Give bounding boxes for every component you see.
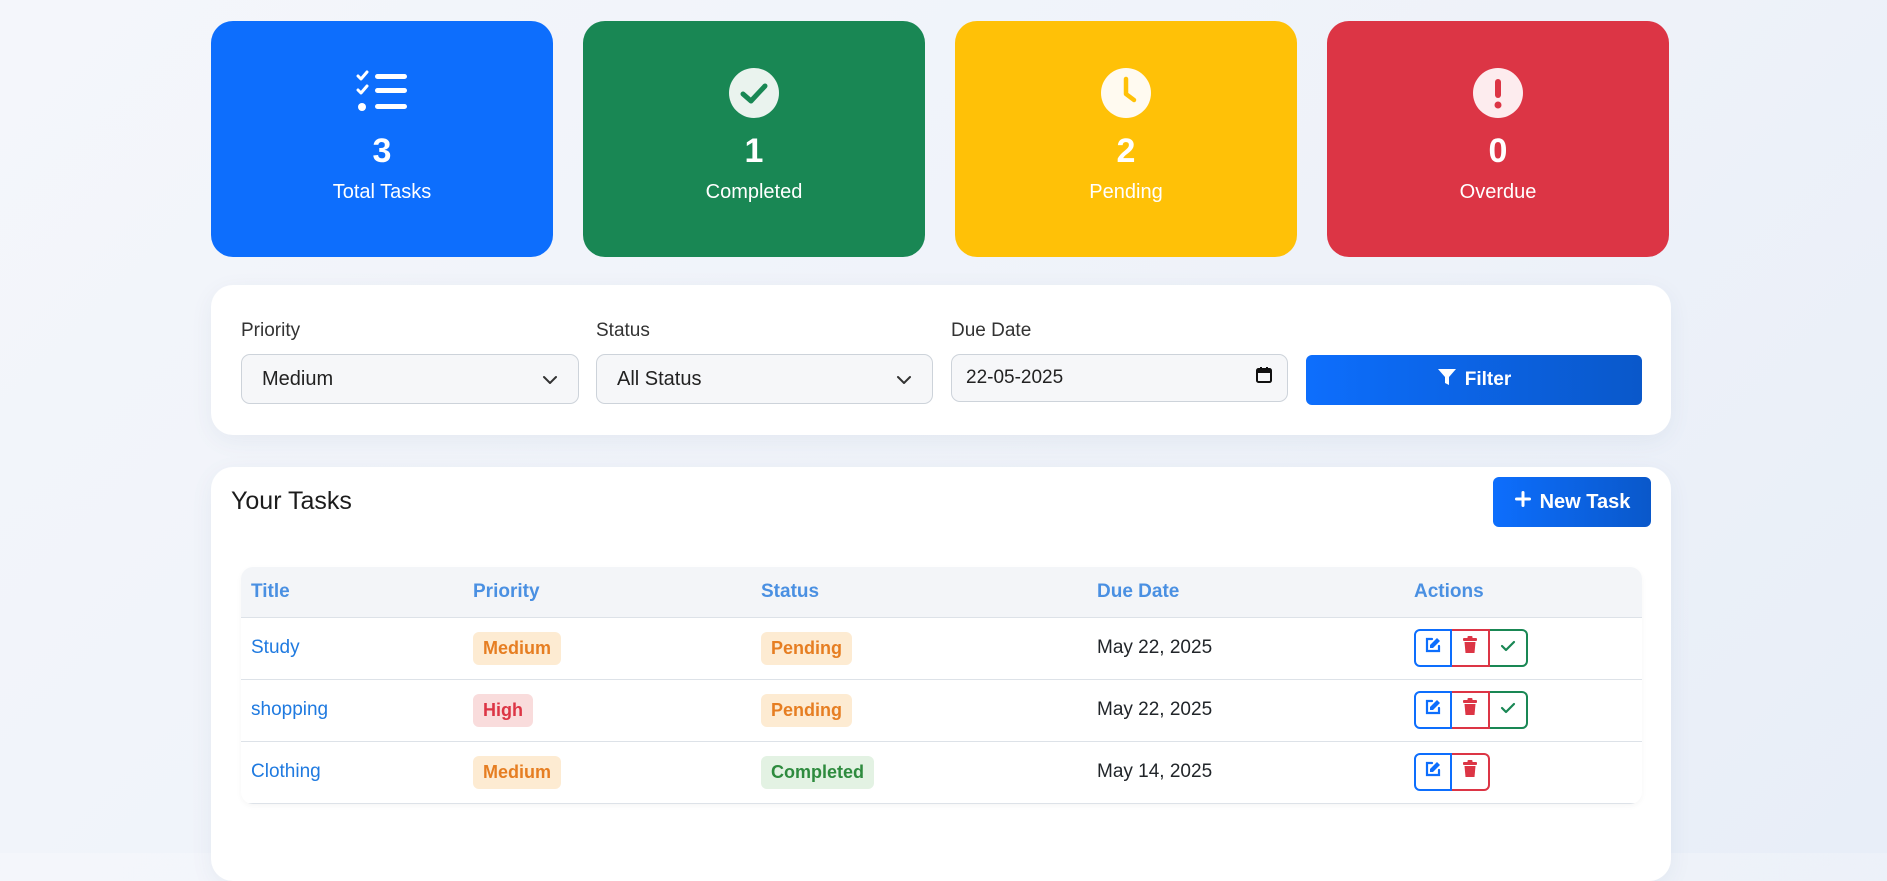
row-actions [1414,629,1632,667]
stat-value-completed: 1 [744,132,764,170]
priority-field: Priority Medium [241,320,579,404]
chevron-down-icon [896,368,912,391]
stat-card-pending: 2 Pending [955,21,1297,257]
stat-card-total: 3 Total Tasks [211,21,553,257]
tasks-table: Title Priority Status Due Date Actions S… [241,567,1642,804]
clock-icon [1100,67,1152,119]
task-title[interactable]: Study [251,637,300,658]
status-badge: Completed [761,755,875,789]
trash-icon [1462,760,1478,784]
delete-button[interactable] [1452,753,1490,791]
status-field: Status All Status [596,320,933,404]
priority-select[interactable]: Medium [241,354,579,404]
status-select[interactable]: All Status [596,354,933,404]
status-badge: Pending [761,631,852,665]
task-title[interactable]: shopping [251,699,328,720]
col-header-due-date[interactable]: Due Date [1087,567,1404,618]
chevron-down-icon [542,368,558,391]
due-date-cell: May 22, 2025 [1097,637,1213,658]
stat-label-completed: Completed [705,181,803,203]
check-circle-icon [728,67,780,119]
table-row: shopping High Pending May 22, 2025 [241,679,1642,742]
row-actions [1414,753,1632,791]
due-date-value: 22-05-2025 [966,367,1064,388]
complete-button[interactable] [1490,691,1528,729]
exclamation-circle-icon [1472,67,1524,119]
due-date-field: Due Date 22-05-2025 [951,320,1288,402]
new-task-button[interactable]: New Task [1493,477,1651,527]
funnel-icon [1437,367,1457,393]
stats-row: 3 Total Tasks 1 Completed 2 Pending 0 Ov… [211,21,1671,257]
due-date-cell: May 14, 2025 [1097,761,1213,782]
table-row: Clothing Medium Completed May 14, 2025 [241,741,1642,804]
due-date-label: Due Date [951,320,1032,341]
new-task-label: New Task [1539,490,1631,513]
table-row: Study Medium Pending May 22, 2025 [241,617,1642,680]
edit-button[interactable] [1414,691,1452,729]
plus-icon [1514,490,1532,514]
status-select-value: All Status [617,367,702,390]
filter-button[interactable]: Filter [1306,355,1642,405]
col-header-priority[interactable]: Priority [463,567,751,618]
stat-label-total: Total Tasks [332,181,432,203]
stat-card-completed: 1 Completed [583,21,925,257]
edit-button[interactable] [1414,753,1452,791]
table-header-row: Title Priority Status Due Date Actions [241,567,1642,618]
tasks-panel: Your Tasks New Task Title Priority Statu… [211,467,1671,881]
stat-value-overdue: 0 [1488,132,1508,170]
stat-label-pending: Pending [1089,181,1163,203]
status-label: Status [596,320,650,341]
stat-card-overdue: 0 Overdue [1327,21,1669,257]
complete-button[interactable] [1490,629,1528,667]
priority-label: Priority [241,320,301,341]
priority-badge: Medium [473,755,562,789]
priority-badge: Medium [473,631,562,665]
edit-icon [1424,698,1442,722]
stat-value-total: 3 [372,132,392,170]
edit-icon [1424,760,1442,784]
due-date-cell: May 22, 2025 [1097,699,1213,720]
edit-button[interactable] [1414,629,1452,667]
row-actions [1414,691,1632,729]
priority-select-value: Medium [262,367,334,390]
col-header-status[interactable]: Status [751,567,1087,618]
priority-badge: High [473,693,533,727]
filter-panel: Priority Medium Status All Status Due Da… [211,285,1671,435]
calendar-icon[interactable] [1255,366,1273,390]
stat-label-overdue: Overdue [1459,181,1537,203]
tasks-title: Your Tasks [231,487,352,515]
trash-icon [1462,698,1478,722]
dashboard: 3 Total Tasks 1 Completed 2 Pending 0 Ov… [211,21,1671,881]
edit-icon [1424,636,1442,660]
col-header-title[interactable]: Title [241,567,463,618]
list-check-icon [356,67,408,119]
check-icon [1500,699,1516,721]
stat-value-pending: 2 [1116,132,1136,170]
col-header-actions: Actions [1404,567,1642,618]
delete-button[interactable] [1452,629,1490,667]
trash-icon [1462,636,1478,660]
due-date-input[interactable]: 22-05-2025 [951,354,1288,402]
delete-button[interactable] [1452,691,1490,729]
check-icon [1500,637,1516,659]
task-title[interactable]: Clothing [251,761,321,782]
status-badge: Pending [761,693,852,727]
filter-button-label: Filter [1464,369,1512,390]
